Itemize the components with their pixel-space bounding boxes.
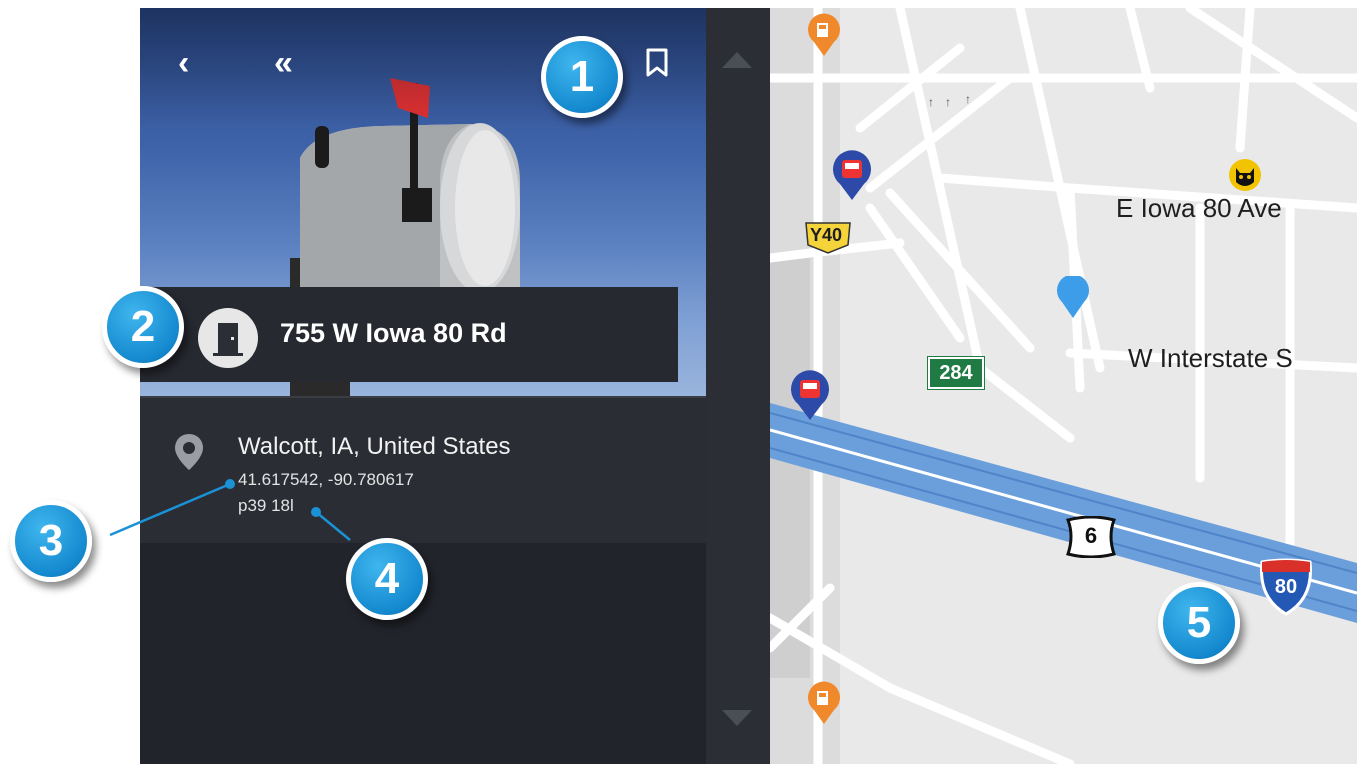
callout-3-dot xyxy=(225,479,235,489)
callout-badge-5: 5 xyxy=(1158,582,1240,664)
callout-4-leader xyxy=(315,511,351,541)
callout-3-leader xyxy=(109,482,231,537)
callout-leaders xyxy=(109,479,351,541)
callout-badge-4: 4 xyxy=(346,538,428,620)
callout-badge-2: 2 xyxy=(102,286,184,368)
callout-badge-1: 1 xyxy=(541,36,623,118)
callout-4-dot xyxy=(311,507,321,517)
callout-badge-3: 3 xyxy=(10,500,92,582)
